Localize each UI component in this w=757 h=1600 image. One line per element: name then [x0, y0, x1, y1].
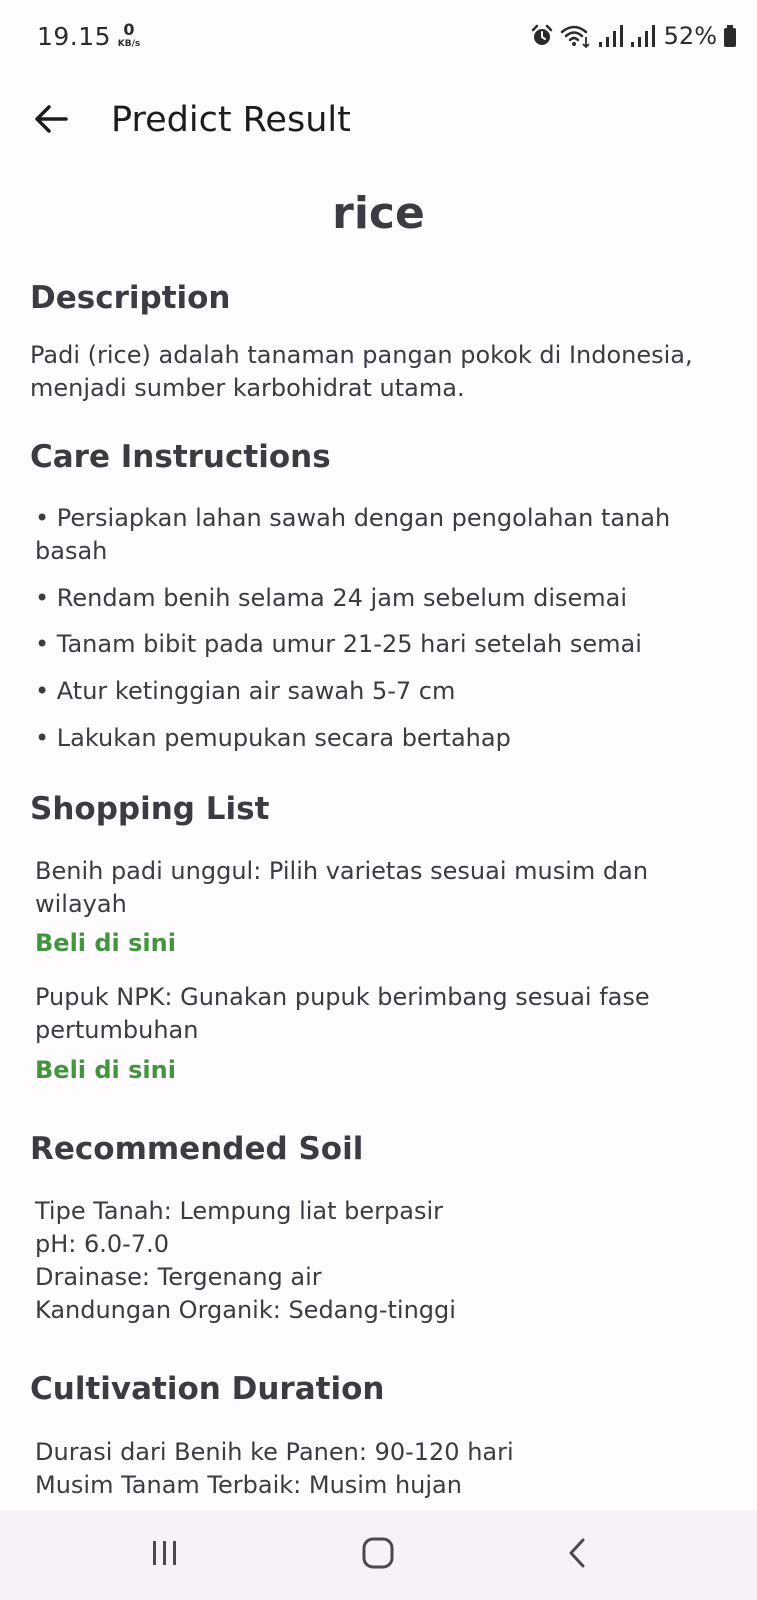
- buy-link[interactable]: Beli di sini: [35, 929, 176, 957]
- home-icon: [361, 1536, 395, 1574]
- network-speed: 0 KB/s: [114, 22, 144, 49]
- battery-percent: 52%: [663, 22, 717, 50]
- shopping-list-title: Shopping List: [30, 791, 270, 827]
- alarm-icon: [530, 24, 554, 48]
- network-speed-value: 0: [123, 20, 135, 39]
- app-bar: Predict Result: [0, 80, 757, 166]
- soil-line: Drainase: Tergenang air: [35, 1263, 322, 1291]
- care-item: • Persiapkan lahan sawah dengan pengolah…: [35, 504, 671, 565]
- plant-name: rice: [332, 188, 425, 239]
- home-button[interactable]: [353, 1532, 403, 1578]
- signal-icon: [630, 24, 656, 48]
- status-icons: 52%: [530, 22, 737, 50]
- status-bar: 19.15 0 KB/s 52%: [0, 0, 757, 76]
- system-nav-bar: [0, 1510, 757, 1600]
- care-item: • Atur ketinggian air sawah 5-7 cm: [35, 677, 456, 705]
- cultivation-duration-title: Cultivation Duration: [30, 1371, 385, 1407]
- duration-line: Musim Tanam Terbaik: Musim hujan: [35, 1471, 462, 1499]
- network-speed-unit: KB/s: [117, 39, 141, 49]
- arrow-left-icon: [34, 104, 68, 138]
- duration-line: Durasi dari Benih ke Panen: 90-120 hari: [35, 1438, 514, 1466]
- recent-apps-button[interactable]: [140, 1532, 190, 1578]
- wifi-icon: [560, 23, 592, 49]
- soil-line: pH: 6.0-7.0: [35, 1230, 169, 1258]
- care-item: • Rendam benih selama 24 jam sebelum dis…: [35, 584, 628, 612]
- battery-icon: [723, 24, 737, 48]
- care-item: • Tanam bibit pada umur 21-25 hari setel…: [35, 630, 642, 658]
- page-title: Predict Result: [111, 100, 351, 140]
- recommended-soil-title: Recommended Soil: [30, 1131, 364, 1167]
- description-text: Padi (rice) adalah tanaman pangan pokok …: [30, 341, 693, 402]
- shopping-item-text: Benih padi unggul: Pilih varietas sesuai…: [35, 857, 649, 918]
- buy-link[interactable]: Beli di sini: [35, 1056, 176, 1084]
- soil-line: Kandungan Organik: Sedang-tinggi: [35, 1296, 456, 1324]
- result-content[interactable]: rice Description Padi (rice) adalah tana…: [0, 168, 757, 1510]
- shopping-item-text: Pupuk NPK: Gunakan pupuk berimbang sesua…: [35, 983, 650, 1044]
- signal-icon: [598, 24, 624, 48]
- status-time: 19.15: [37, 22, 112, 51]
- soil-line: Tipe Tanah: Lempung liat berpasir: [35, 1197, 443, 1225]
- care-item: • Lakukan pemupukan secara bertahap: [35, 724, 511, 752]
- recent-apps-icon: [150, 1539, 180, 1571]
- back-button[interactable]: [28, 98, 74, 144]
- back-icon: [565, 1537, 589, 1573]
- nav-back-button[interactable]: [552, 1532, 602, 1578]
- care-instructions-title: Care Instructions: [30, 439, 331, 475]
- description-title: Description: [30, 280, 231, 316]
